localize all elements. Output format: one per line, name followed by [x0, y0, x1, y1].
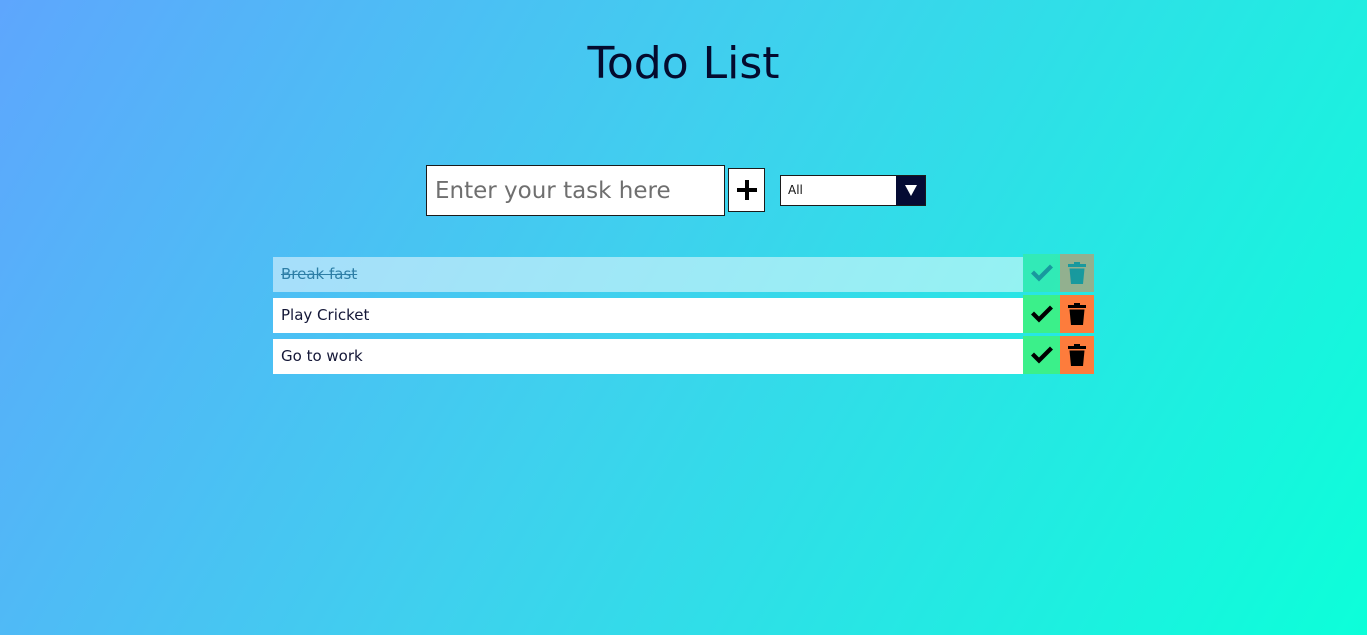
- check-icon: [1030, 305, 1053, 323]
- caret-down-icon: [904, 185, 917, 196]
- todo-item: Go to work: [273, 336, 1094, 374]
- delete-button[interactable]: [1060, 254, 1094, 292]
- check-icon: [1030, 346, 1053, 364]
- delete-button[interactable]: [1060, 295, 1094, 333]
- todo-list: Break fast Play Cricket Go to work: [273, 254, 1094, 377]
- complete-button[interactable]: [1023, 336, 1060, 374]
- plus-icon: [736, 180, 757, 200]
- add-task-button[interactable]: [728, 168, 765, 212]
- filter-select[interactable]: All: [780, 175, 926, 206]
- task-input[interactable]: [426, 165, 725, 216]
- trash-icon: [1068, 344, 1086, 366]
- delete-button[interactable]: [1060, 336, 1094, 374]
- todo-item-text: Play Cricket: [273, 298, 1023, 333]
- trash-icon: [1068, 262, 1086, 284]
- page-title: Todo List: [587, 38, 780, 89]
- todo-item: Play Cricket: [273, 295, 1094, 333]
- todo-item-text: Go to work: [273, 339, 1023, 374]
- filter-selected-value: All: [788, 183, 803, 197]
- todo-item-text: Break fast: [273, 257, 1023, 292]
- check-icon: [1030, 264, 1053, 282]
- trash-icon: [1068, 303, 1086, 325]
- complete-button[interactable]: [1023, 295, 1060, 333]
- todo-item: Break fast: [273, 254, 1094, 292]
- filter-dropdown-arrow[interactable]: [896, 176, 925, 205]
- complete-button[interactable]: [1023, 254, 1060, 292]
